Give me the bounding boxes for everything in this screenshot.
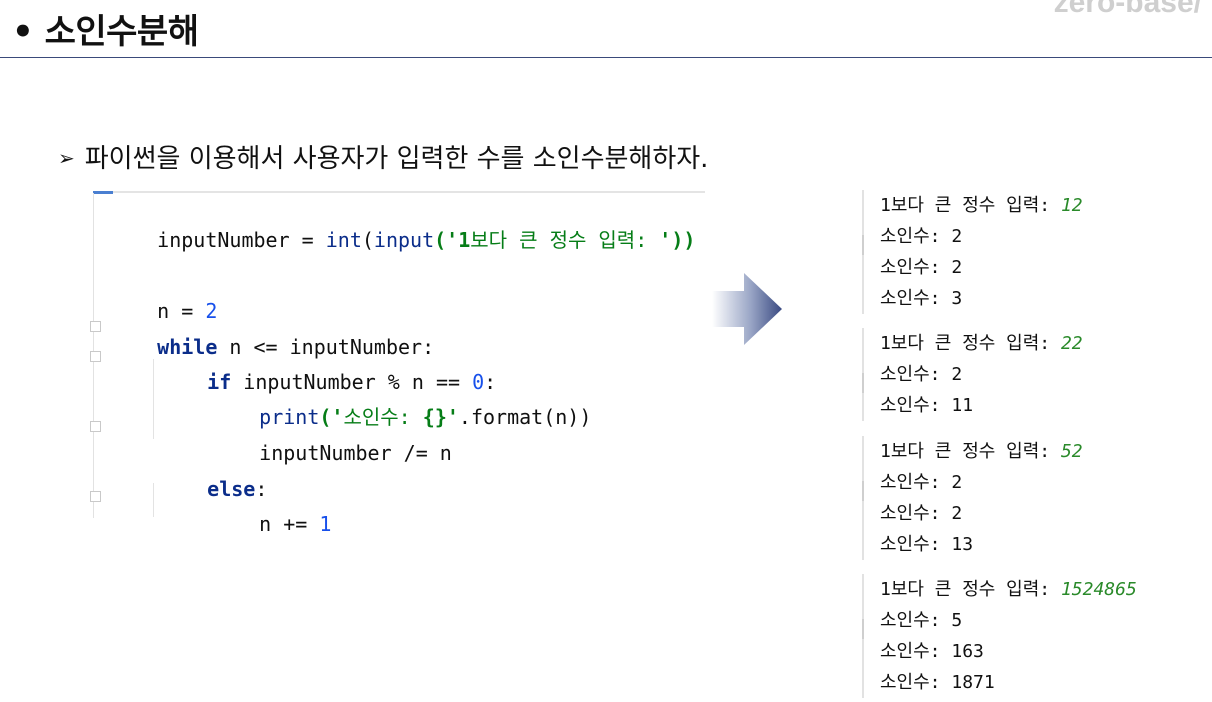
- fold-marker-icon[interactable]: [90, 421, 101, 432]
- output-gutter-mark: [862, 235, 864, 255]
- output-result-line: 소인수: 1871: [880, 672, 995, 693]
- output-result-line: 소인수: 13: [880, 534, 974, 555]
- code-panel: inputNumber = int(input('1보다 큰 정수 입력: ')…: [90, 191, 705, 536]
- right-arrow-icon: [712, 273, 782, 345]
- output-result-line: 소인수: 163: [880, 641, 984, 662]
- code-line: n += 1: [259, 512, 332, 536]
- fold-marker-icon[interactable]: [90, 321, 101, 332]
- arrow-bullet-icon: ➢: [58, 146, 75, 170]
- console-output-4: 1보다 큰 정수 입력: 1524865 소인수: 5 소인수: 163 소인수…: [862, 574, 1137, 698]
- code-panel-accent: [93, 191, 113, 194]
- title-divider: [0, 57, 1212, 58]
- output-result-line: 소인수: 2: [880, 503, 963, 524]
- page-title: • 소인수분해: [12, 12, 199, 52]
- subtitle: ➢ 파이썬을 이용해서 사용자가 입력한 수를 소인수분해하자.: [58, 138, 708, 175]
- output-result-line: 소인수: 2: [880, 257, 963, 278]
- brand-logo: zero-base/: [1053, 0, 1202, 19]
- output-result-line: 소인수: 2: [880, 472, 963, 493]
- output-result-line: 소인수: 3: [880, 288, 963, 309]
- output-result-line: 소인수: 11: [880, 395, 974, 416]
- fold-marker-icon[interactable]: [90, 351, 101, 362]
- output-gutter-mark: [862, 619, 864, 639]
- console-output-1: 1보다 큰 정수 입력: 12 소인수: 2 소인수: 2 소인수: 3: [862, 190, 1083, 314]
- output-gutter-mark: [862, 481, 864, 501]
- output-result-line: 소인수: 2: [880, 364, 963, 385]
- output-result-line: 소인수: 2: [880, 226, 963, 247]
- code-line: inputNumber = int(input('1보다 큰 정수 입력: ')…: [157, 228, 696, 252]
- indent-guide: [153, 483, 154, 517]
- console-output-2: 1보다 큰 정수 입력: 22 소인수: 2 소인수: 11: [862, 328, 1083, 421]
- code-panel-top-border: [93, 191, 705, 193]
- output-prompt-line: 1보다 큰 정수 입력: 1524865: [880, 579, 1137, 600]
- fold-marker-icon[interactable]: [90, 491, 101, 502]
- output-prompt-line: 1보다 큰 정수 입력: 52: [880, 441, 1083, 462]
- subtitle-text: 파이썬을 이용해서 사용자가 입력한 수를 소인수분해하자.: [84, 144, 709, 174]
- output-prompt-line: 1보다 큰 정수 입력: 22: [880, 333, 1083, 354]
- console-output-3: 1보다 큰 정수 입력: 52 소인수: 2 소인수: 2 소인수: 13: [862, 436, 1083, 560]
- output-prompt-line: 1보다 큰 정수 입력: 12: [880, 195, 1083, 216]
- output-gutter-mark: [862, 373, 864, 393]
- output-result-line: 소인수: 5: [880, 610, 963, 631]
